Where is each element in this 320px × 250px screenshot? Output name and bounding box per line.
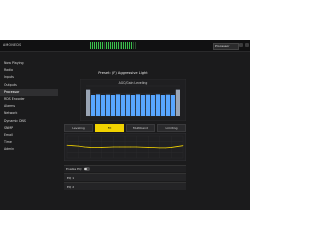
agc-bar — [110, 95, 116, 116]
eq-point — [78, 145, 79, 147]
level-meter-right — [121, 42, 137, 49]
meter-segment — [134, 42, 137, 49]
eq-point — [153, 147, 155, 149]
sidebar-item-now-playing[interactable]: Now Playing — [0, 60, 58, 67]
eq-point — [113, 146, 114, 148]
agc-bar — [165, 94, 171, 116]
eq-graph — [63, 132, 187, 162]
agc-bar — [140, 95, 146, 116]
sidebar-item-inputs[interactable]: Inputs — [0, 74, 58, 81]
eq-point — [176, 146, 178, 147]
eq-point — [171, 147, 172, 148]
sidebar-item-time[interactable]: Time — [0, 139, 58, 146]
agc-bar — [175, 89, 180, 116]
eq-point — [107, 146, 108, 148]
agc-bar — [135, 94, 141, 116]
agc-bar — [100, 95, 106, 116]
agc-bar — [115, 94, 121, 116]
eq-point — [89, 147, 91, 148]
sidebar-item-snmp[interactable]: SNMP — [0, 125, 58, 132]
agc-bar — [125, 94, 131, 116]
sidebar-item-rds-encoder[interactable]: RDS Encoder — [0, 96, 58, 103]
agc-bar — [150, 95, 156, 116]
eq-point — [147, 147, 149, 148]
sidebar: Now Playing Radio Inputs Outputs Process… — [0, 52, 58, 210]
eq1-label: EQ 1 — [67, 176, 75, 180]
eq-point — [136, 146, 137, 148]
top-bar: AMONEDS Processor — [0, 40, 250, 52]
agc-bar — [105, 94, 111, 116]
app-screen: AMONEDS Processor Now Playing Radio Inpu… — [0, 40, 250, 210]
eq-point — [72, 145, 74, 147]
agc-bar-chart-svg: AGC/Gain Leveling — [79, 78, 187, 122]
eq-point — [159, 147, 161, 149]
agc-bar — [155, 94, 161, 116]
preset-label: Processor — [215, 43, 230, 48]
agc-bar — [90, 95, 96, 116]
agc-bar — [160, 95, 166, 116]
eq-point — [182, 145, 184, 147]
eq-point — [142, 146, 143, 148]
sidebar-item-dynamic-dns[interactable]: Dynamic DNS — [0, 118, 58, 125]
enable-eq-toggle[interactable] — [84, 167, 90, 171]
agc-bar — [130, 95, 136, 116]
tab-leveling[interactable]: Leveling — [64, 124, 93, 132]
sidebar-item-email[interactable]: Email — [0, 132, 58, 139]
eq-point — [130, 146, 132, 148]
sidebar-item-processor[interactable]: Processor — [0, 88, 58, 96]
agc-bar — [120, 95, 126, 116]
agc-chart: AGC/Gain Leveling — [79, 78, 187, 122]
agc-bar — [86, 89, 91, 116]
section-title: Preset: (F) Aggressive Light — [98, 71, 148, 75]
sidebar-item-admin[interactable]: Admin — [0, 146, 58, 153]
menu-icon[interactable] — [245, 43, 249, 47]
chart-title: AGC/Gain Leveling — [119, 81, 148, 85]
eq-point — [118, 146, 120, 148]
level-meter-center — [106, 42, 122, 49]
settings-icon[interactable] — [239, 43, 243, 47]
sidebar-item-radio[interactable]: Radio — [0, 67, 58, 74]
agc-bar — [170, 95, 176, 116]
brand-logo: AMONEDS — [3, 43, 22, 47]
agc-bar — [95, 94, 101, 116]
eq1-collapse[interactable]: EQ 1 — [64, 173, 186, 181]
eq-line-chart-svg — [63, 132, 187, 162]
eq-point — [124, 146, 126, 148]
processor-tabs: Leveling Fit Multiband Limiting — [64, 124, 186, 132]
enable-eq-label: Enable EQ — [66, 167, 82, 171]
tab-limiting[interactable]: Limiting — [157, 124, 186, 132]
level-meter-left — [90, 42, 108, 49]
tab-multiband[interactable]: Multiband — [126, 124, 155, 132]
eq-point — [66, 144, 68, 146]
main-panel: Preset: (F) Aggressive Light AGC/Gain Le… — [60, 52, 250, 210]
sidebar-item-network[interactable]: Network — [0, 110, 58, 117]
tab-fit[interactable]: Fit — [95, 124, 124, 132]
sidebar-item-alarms[interactable]: Alarms — [0, 103, 58, 110]
eq-point — [84, 146, 85, 148]
agc-bar — [145, 94, 151, 116]
eq-point — [101, 147, 103, 148]
eq2-label: EQ 2 — [67, 185, 75, 189]
sidebar-item-outputs[interactable]: Outputs — [0, 82, 58, 89]
eq2-collapse[interactable]: EQ 2 — [64, 182, 186, 190]
eq-point — [165, 147, 166, 149]
enable-eq-row: Enable EQ — [64, 165, 186, 172]
eq-point — [95, 147, 97, 149]
